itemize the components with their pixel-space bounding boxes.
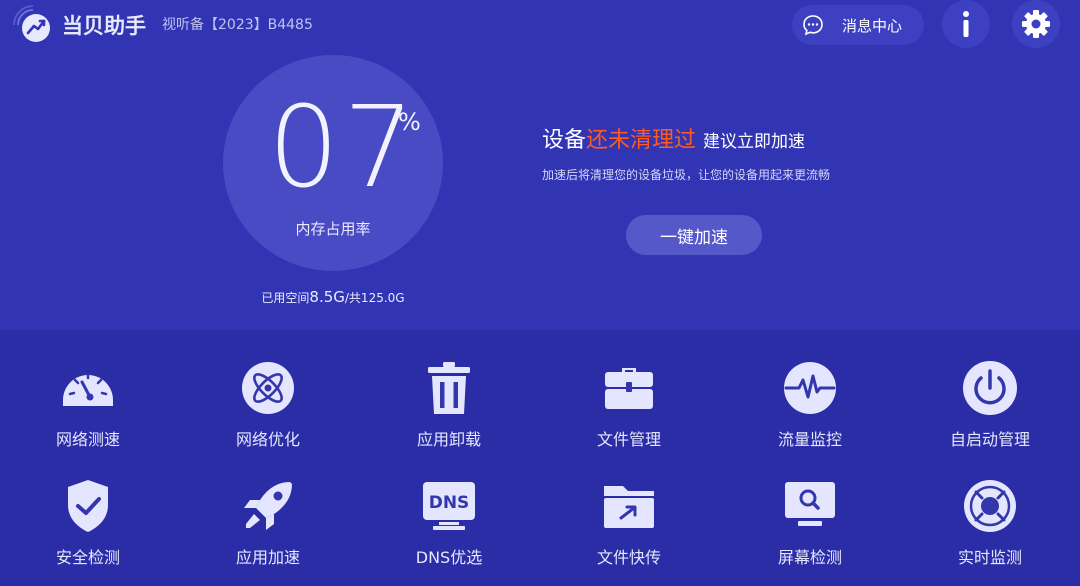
storage-used: 8.5G	[309, 288, 345, 306]
dns-monitor-icon: DNS	[423, 482, 475, 530]
boost-button[interactable]: 一键加速	[626, 215, 762, 255]
tool-label: DNS优选	[415, 548, 483, 567]
tool-label: 屏幕检测	[777, 548, 842, 567]
app-logo-icon	[13, 5, 50, 42]
memory-percent-unit: %	[398, 108, 421, 136]
tool-network-optimize[interactable]: 网络优化	[188, 360, 348, 450]
tool-app-acceleration[interactable]: 应用加速	[188, 478, 348, 568]
tool-label: 网络优化	[235, 430, 300, 449]
dns-glyph: DNS	[429, 493, 470, 513]
status-description: 加速后将清理您的设备垃圾，让您的设备用起来更流畅	[542, 168, 831, 182]
tool-label: 文件管理	[596, 430, 661, 449]
dashboard-panel	[0, 0, 1080, 330]
storage-total: /共125.0G	[344, 291, 405, 305]
trash-icon	[428, 362, 470, 414]
tool-app-uninstall[interactable]: 应用卸载	[369, 360, 529, 450]
pulse-icon	[784, 362, 836, 414]
tool-realtime-monitor[interactable]: 实时监测	[910, 478, 1070, 568]
tool-label: 流量监控	[777, 430, 842, 449]
message-center-button[interactable]: 消息中心	[792, 5, 924, 45]
status-prefix: 设备	[542, 128, 587, 153]
status-alert: 还未清理过	[586, 128, 697, 153]
tool-dns-optimize[interactable]: DNS DNS优选	[369, 478, 529, 568]
message-center-label: 消息中心	[842, 16, 903, 35]
radar-icon	[964, 480, 1016, 532]
tool-security-check[interactable]: 安全检测	[8, 478, 168, 568]
app-title: 当贝助手	[62, 14, 146, 38]
memory-usage-label: 内存占用率	[295, 220, 371, 238]
toolbox-icon	[605, 368, 653, 409]
storage-prefix: 已用空间	[261, 291, 310, 305]
tool-label: 网络测速	[55, 430, 120, 449]
tool-label: 自启动管理	[949, 430, 1030, 449]
folder-share-icon	[604, 486, 654, 528]
power-icon	[963, 361, 1017, 415]
tool-label: 应用加速	[235, 548, 300, 567]
memory-percent-value: 07	[268, 83, 419, 213]
gear-icon	[1022, 10, 1050, 38]
rocket-icon	[244, 482, 292, 530]
tool-network-speed-test[interactable]: 网络测速	[8, 360, 168, 450]
storage-usage: 已用空间8.5G/共125.0G	[223, 288, 443, 306]
tool-screen-check[interactable]: 屏幕检测	[730, 478, 890, 568]
atom-icon	[242, 362, 294, 414]
tool-label: 安全检测	[55, 548, 120, 567]
tool-traffic-monitor[interactable]: 流量监控	[730, 360, 890, 450]
tool-label: 文件快传	[596, 548, 661, 567]
tool-file-transfer[interactable]: 文件快传	[549, 478, 709, 568]
tool-autostart-management[interactable]: 自启动管理	[910, 360, 1070, 450]
speedometer-icon	[63, 372, 113, 406]
shield-check-icon	[68, 480, 108, 532]
tool-label: 应用卸载	[416, 430, 481, 449]
status-headline: 设备还未清理过 建议立即加速	[542, 122, 805, 154]
info-icon	[963, 11, 969, 37]
tool-file-management[interactable]: 文件管理	[549, 360, 709, 450]
status-suggestion: 建议立即加速	[703, 132, 806, 152]
device-name: 视听备【2023】B4485	[162, 17, 313, 33]
info-button[interactable]	[942, 0, 990, 48]
chat-bubble-icon	[803, 15, 823, 36]
settings-button[interactable]	[1012, 0, 1060, 48]
tool-label: 实时监测	[957, 548, 1022, 567]
screen-search-icon	[785, 482, 835, 526]
